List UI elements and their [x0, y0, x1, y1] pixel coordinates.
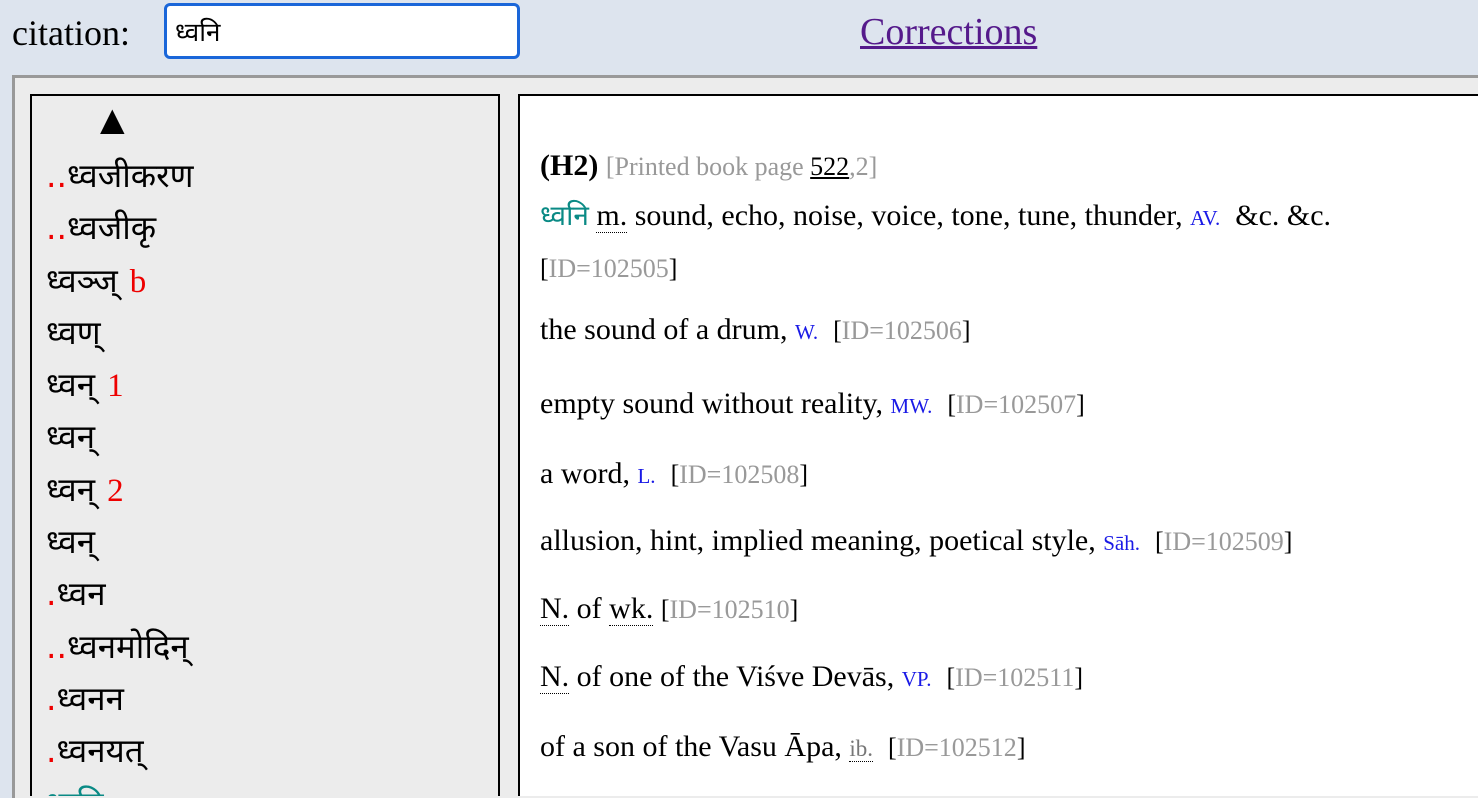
def1-text: sound, echo, noise, voice, tone, tune, t… [627, 199, 1183, 232]
def-line-8: of a son of the Vasu Āpa, ib. [ID=102512… [540, 730, 1026, 763]
def7-text: of one of the Viśve Devās, [569, 660, 895, 693]
def5-text: allusion, hint, implied meaning, poetica… [540, 524, 1096, 557]
list-item-dots: . [46, 678, 57, 718]
def1-tail: &c. &c. [1235, 199, 1332, 232]
def4-text: a word, [540, 457, 630, 490]
list-item-dots: .. [46, 156, 67, 195]
list-item[interactable]: ध्वञ्ज् b [46, 255, 193, 307]
src7-link[interactable]: VP. [902, 667, 932, 691]
list-item[interactable]: .ध्वनन [46, 673, 193, 725]
wk-abbr[interactable]: wk. [609, 592, 654, 626]
list-item[interactable]: ध्वन् [46, 411, 193, 463]
def2-text: the sound of a drum, [540, 313, 788, 346]
list-item[interactable]: ध्वन् 1 [46, 359, 193, 411]
def-line-2: the sound of a drum, W. [ID=102506] [540, 313, 971, 346]
list-item-label: ध्वनन [56, 678, 124, 718]
list-item-dots: .. [46, 626, 67, 666]
gender-abbr[interactable]: m. [596, 199, 628, 233]
n-abbr-2[interactable]: N. [540, 660, 570, 694]
id-line-1: [ID=102505] [540, 254, 678, 283]
list-item-dots: . [46, 731, 57, 771]
list-item[interactable]: ध्वण् [46, 307, 193, 359]
id3: ID=102507 [956, 390, 1077, 419]
list-item-label: ध्वन् [46, 522, 96, 562]
list-item[interactable]: ..ध्वनमोदिन् [46, 621, 193, 673]
list-item-label: ध्वजीकरण [66, 156, 194, 195]
list-item[interactable]: .ध्वनयत् [46, 725, 193, 777]
list-item[interactable]: ध्वनि [46, 778, 193, 796]
list-item-label: ध्वन् [46, 469, 96, 509]
list-item-label: ध्वनमोदिन् [66, 626, 189, 666]
n-abbr[interactable]: N. [540, 592, 570, 626]
list-item-label: ध्वजीकृ [66, 208, 157, 248]
def-line-6: N. of wk. [ID=102510] [540, 592, 799, 626]
id8: ID=102512 [896, 733, 1017, 762]
src8-abbr[interactable]: ib. [849, 736, 874, 762]
list-item-dots: . [46, 574, 57, 614]
list-item-label: ध्वण् [46, 312, 101, 352]
list-item-dots: .. [46, 208, 67, 248]
list-item-label: ध्वञ्ज् [46, 260, 118, 300]
list-item[interactable]: .ध्वन [46, 568, 193, 620]
list-item-tag: 1 [107, 368, 124, 405]
scroll-up-arrow-icon[interactable]: ▲ [100, 100, 125, 138]
list-item-label: ध्वन् [46, 417, 96, 457]
def6-mid: of [569, 592, 610, 625]
headword-list-pane[interactable]: ▲ ..ध्वजीकरण ..ध्वजीकृ ध्वञ्ज् b ध्वण् ध्वन् 1… [30, 94, 500, 796]
hcode: (H2) [540, 149, 599, 182]
list-item[interactable]: ..ध्वजीकरण [46, 150, 193, 202]
def-line-4: a word, L. [ID=102508] [540, 457, 809, 490]
id6: ID=102510 [669, 595, 790, 624]
list-item-label: ध्वन [56, 574, 106, 614]
def-line-1: ध्वनि m. sound, echo, noise, voice, tone… [540, 198, 1478, 246]
page-prefix: [Printed book page [605, 152, 811, 181]
def-line-3: empty sound without reality, MW. [ID=102… [540, 387, 1085, 420]
src2-link[interactable]: W. [795, 320, 818, 344]
headword: ध्वनि [540, 199, 589, 232]
headword-list: ..ध्वजीकरण ..ध्वजीकृ ध्वञ्ज् b ध्वण् ध्वन् 1 ध्… [46, 150, 193, 796]
def8-text: of a son of the Vasu Āpa, [540, 730, 842, 763]
list-item-tag: 2 [107, 472, 124, 509]
entry-header: (H2) [Printed book page 522,2] [540, 146, 1478, 198]
id5: ID=102509 [1163, 527, 1284, 556]
citation-input[interactable] [164, 3, 520, 59]
id7: ID=102511 [955, 663, 1075, 692]
list-item-label: ध्वन् [46, 365, 96, 405]
list-item[interactable]: ..ध्वजीकृ [46, 202, 193, 254]
page-suffix: ,2] [849, 152, 878, 181]
list-item[interactable]: ध्वन् [46, 516, 193, 568]
def3-text: empty sound without reality, [540, 387, 884, 420]
id2: ID=102506 [841, 316, 962, 345]
def-line-7: N. of one of the Viśve Devās, VP. [ID=10… [540, 660, 1084, 694]
dictionary-entry: (H2) [Printed book page 522,2] ध्वनि m. … [540, 146, 1478, 779]
src5-link[interactable]: Sāh. [1103, 531, 1140, 555]
list-item-label: ध्वनि [46, 784, 104, 796]
top-bar: citation: Corrections [0, 0, 1478, 72]
list-item-tag: b [129, 263, 147, 300]
id1: ID=102505 [548, 254, 669, 283]
list-item[interactable]: ध्वन् 2 [46, 464, 193, 516]
corrections-link[interactable]: Corrections [860, 10, 1037, 54]
src3-link[interactable]: MW. [891, 394, 933, 418]
src4-link[interactable]: L. [637, 464, 655, 488]
id4: ID=102508 [679, 460, 800, 489]
src1-link[interactable]: AV. [1190, 206, 1220, 230]
list-item-label: ध्वनयत् [56, 731, 144, 771]
entry-pane: (H2) [Printed book page 522,2] ध्वनि m. … [518, 94, 1478, 796]
citation-label: citation: [12, 13, 130, 53]
def-line-5: allusion, hint, implied meaning, poetica… [540, 524, 1293, 557]
page-link[interactable]: 522 [810, 152, 849, 181]
